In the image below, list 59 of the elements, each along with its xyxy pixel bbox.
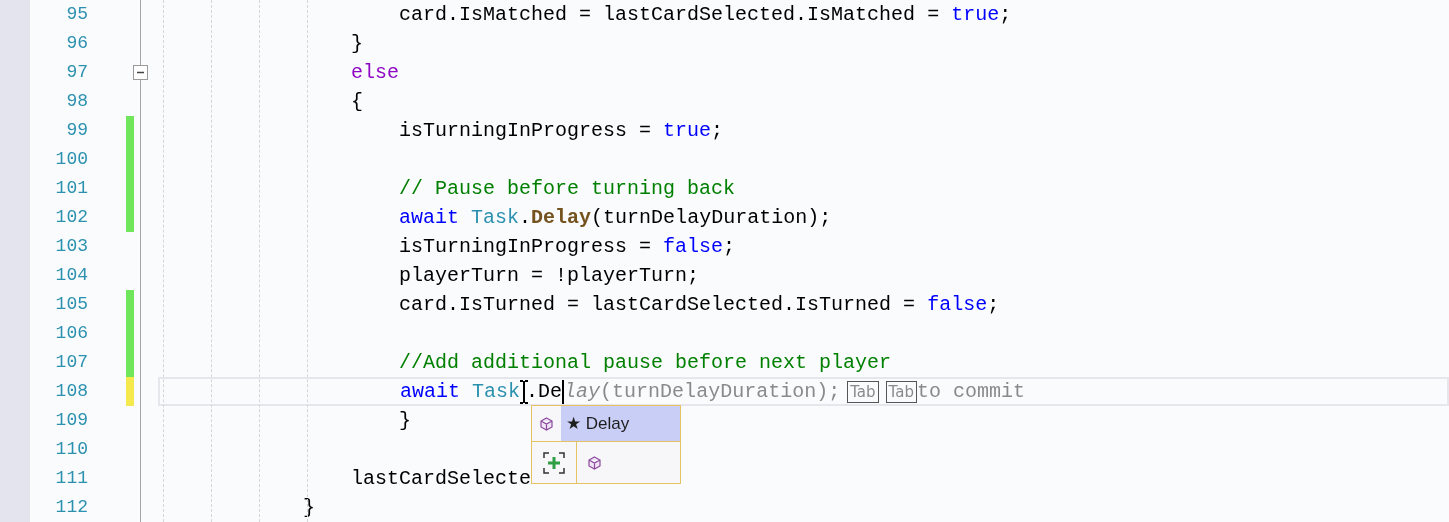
line-number: 99 [66, 119, 88, 142]
type-name: Task [471, 378, 521, 405]
code-text: ; [987, 291, 1000, 318]
line-number: 112 [55, 496, 88, 519]
line-number: 95 [66, 3, 88, 26]
code-text: card.IsTurned = lastCardSelected.IsTurned = [398, 291, 917, 318]
line-number: 108 [55, 380, 88, 403]
hint-text: to commit [916, 378, 1025, 405]
code-text: ; [999, 1, 1012, 28]
code-text: playerTurn = !playerTurn; [398, 262, 700, 289]
code-text: lastCardSelecte [350, 465, 532, 492]
code-text: { [350, 88, 364, 115]
line-number: 100 [55, 148, 88, 171]
line-number: 96 [66, 32, 88, 55]
line-number: 110 [55, 438, 88, 461]
cube-icon [540, 416, 553, 431]
line-number: 102 [55, 206, 88, 229]
line-number: 109 [55, 409, 88, 432]
code-text: } [398, 407, 412, 434]
code-text: } [302, 494, 316, 521]
keyword: false [663, 233, 724, 260]
keyword: true [951, 1, 1000, 28]
code-text: (turnDelayDuration); [591, 204, 832, 231]
keyword: true [663, 117, 712, 144]
code-comment: //Add additional pause before next player [398, 349, 892, 376]
line-number: 97 [66, 61, 88, 84]
cube-icon [588, 455, 601, 470]
keyword: await [398, 204, 460, 231]
method-name: Delay [531, 204, 592, 231]
line-number: 103 [55, 235, 88, 258]
code-text: card.IsMatched = lastCardSelected.IsMatched = [398, 1, 941, 28]
line-number: 106 [55, 322, 88, 345]
completion-item[interactable]: ★ Delay [561, 406, 680, 441]
key-hint: Tab [885, 380, 917, 403]
code-comment: // Pause before turning back [398, 175, 736, 202]
suggestion-text: lay [564, 378, 601, 405]
text-cursor-icon [520, 379, 529, 404]
add-icon[interactable] [543, 451, 565, 474]
suggestion-text: (turnDelayDuration); [600, 378, 841, 405]
key-hint: Tab [847, 380, 879, 403]
keyword: false [927, 291, 988, 318]
line-number: 101 [55, 177, 88, 200]
line-number: 98 [66, 90, 88, 113]
line-number: 107 [55, 351, 88, 374]
line-number: 104 [55, 264, 88, 287]
code-text: } [350, 30, 364, 57]
text-caret [562, 379, 565, 404]
type-name: Task [470, 204, 520, 231]
code-text: . [519, 204, 532, 231]
keyword: await [399, 378, 461, 405]
line-number: 111 [55, 467, 88, 490]
code-text: ; [711, 117, 724, 144]
collapse-icon[interactable] [133, 65, 148, 80]
code-text: .De [526, 378, 563, 405]
code-text: isTurningInProgress = [398, 233, 653, 260]
code-text: ; [723, 233, 736, 260]
line-number: 105 [55, 293, 88, 316]
code-text: isTurningInProgress = [398, 117, 653, 144]
keyword: else [350, 59, 400, 86]
